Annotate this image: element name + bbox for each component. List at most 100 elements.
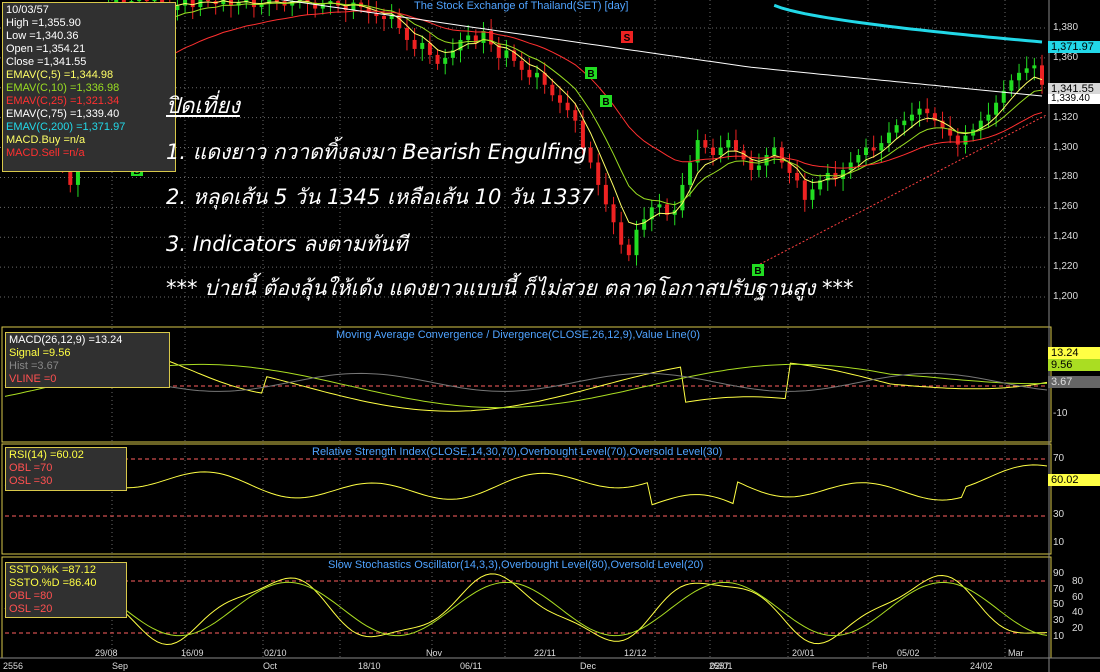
x-axis-label: Nov <box>426 648 443 658</box>
candle-body <box>550 84 555 96</box>
candle-body <box>198 0 203 8</box>
stoch-obl: OBL =80 <box>9 590 53 602</box>
stoch-k-line <box>4 573 1048 646</box>
x-axis-year-label: 2556 <box>3 661 24 671</box>
candle-body <box>856 155 861 163</box>
candle-body <box>190 0 195 8</box>
macd-hist: Hist =3.67 <box>9 360 59 372</box>
info-open: Open =1,354.21 <box>6 43 86 55</box>
candle-body <box>382 16 386 20</box>
badge-ema200: 1,371.97 <box>1048 41 1100 53</box>
candle-body <box>557 95 562 103</box>
stoch-axis-tick-minor: 80 <box>1072 576 1084 587</box>
candle-body <box>144 0 149 2</box>
x-axis-label: Dec <box>580 661 597 671</box>
x-axis-label: 02/10 <box>264 648 287 658</box>
price-tick: 1,320 <box>1053 111 1079 123</box>
candle-body <box>925 108 930 114</box>
annotation-line-2: 2. หลุดเส้น 5 วัน 1345 เหลือเส้น 10 วัน … <box>166 185 595 209</box>
price-tick: 1,380 <box>1053 22 1079 33</box>
price-tick: 1,300 <box>1053 141 1079 153</box>
x-axis-label: 18/10 <box>358 661 381 671</box>
macd-info-box: MACD(26,12,9) =13.24 Signal =9.56 Hist =… <box>5 332 170 388</box>
buy-signal-label: B <box>587 69 594 80</box>
candle-body <box>871 147 876 151</box>
rsi-axis-70: 70 <box>1053 453 1065 464</box>
candle-body <box>680 184 685 211</box>
x-axis-label: Sep <box>112 661 129 671</box>
candle-body <box>611 204 616 223</box>
candle-body <box>1009 80 1014 91</box>
candle-body <box>351 2 356 11</box>
rsi-value: RSI(14) =60.02 <box>9 449 84 461</box>
x-axis-label: 06/11 <box>460 661 482 671</box>
candle-body <box>634 229 639 256</box>
candle-body <box>733 140 738 151</box>
candle-body <box>894 125 899 133</box>
candle-body <box>152 0 157 2</box>
ema200-line <box>773 3 1043 44</box>
candle-body <box>726 140 731 148</box>
x-axis-label: 20/01 <box>792 648 815 658</box>
candle-body <box>1032 65 1037 69</box>
annotation-line-1: 1. แดงยาว กวาดทิ้งลงมา Bearish Engulfing <box>166 140 588 164</box>
candle-body <box>603 184 608 205</box>
rsi-info-box: RSI(14) =60.02 OBL =70 OSL =30 <box>5 447 127 491</box>
buy-signal-label: B <box>602 97 609 108</box>
candle-body <box>527 69 532 78</box>
candle-body <box>588 147 593 163</box>
price-tick: 1,260 <box>1053 201 1079 213</box>
macd-value: MACD(26,12,9) =13.24 <box>9 334 123 346</box>
annotation-line-3: 3. Indicators ลงตามทันที <box>166 232 408 256</box>
x-axis-label: 12/12 <box>624 648 647 658</box>
candle-body <box>619 222 624 245</box>
candle-body <box>466 35 471 40</box>
candle-body <box>802 180 807 200</box>
candle-body <box>1017 72 1022 81</box>
rsi-title: Relative Strength Index(CLOSE,14,30,70),… <box>312 446 723 458</box>
panel-border <box>1 443 1052 555</box>
candle-body <box>879 143 884 151</box>
candle-body <box>435 54 440 64</box>
badge-rsi: 60.02 <box>1048 474 1100 486</box>
candle-body <box>902 120 907 126</box>
stoch-axis-tick: 90 <box>1053 568 1065 579</box>
rsi-axis-30: 30 <box>1053 509 1065 520</box>
x-axis-label: 16/09 <box>181 648 204 658</box>
candle-body <box>519 60 524 70</box>
candle-body <box>917 108 922 115</box>
stoch-axis-tick-minor: 60 <box>1072 592 1084 603</box>
badge-macd: 13.24 <box>1048 347 1100 359</box>
rsi-line <box>4 464 1048 506</box>
stoch-title: Slow Stochastics Oscillator(14,3,3),Over… <box>328 559 704 571</box>
candlesticks <box>53 0 1044 266</box>
candle-body <box>756 165 761 170</box>
candle-body <box>596 162 601 185</box>
stoch-osl: OSL =20 <box>9 603 53 615</box>
macd-axis-tick: -10 <box>1053 408 1068 419</box>
info-ema200: EMAV(C,200) =1,371.97 <box>6 121 126 133</box>
badge-hist: 3.67 <box>1048 376 1100 388</box>
candle-body <box>711 147 715 156</box>
info-ema10: EMAV(C,10) =1,336.98 <box>6 82 120 94</box>
badge-signal: 9.56 <box>1048 359 1100 371</box>
price-tick: 1,220 <box>1053 261 1079 273</box>
ema75-line <box>280 0 1043 97</box>
info-close: Close =1,341.55 <box>6 56 87 68</box>
candle-body <box>565 102 570 111</box>
info-macd-buy: MACD.Buy =n/a <box>6 134 86 146</box>
macd-title: Moving Average Convergence / Divergence(… <box>336 329 701 341</box>
candle-body <box>320 4 325 9</box>
candle-body <box>695 140 700 163</box>
candle-body <box>810 189 815 200</box>
candle-body <box>481 30 486 43</box>
candle-body <box>703 140 708 148</box>
price-tick: 1,360 <box>1053 51 1079 63</box>
candle-body <box>986 114 991 121</box>
info-low: Low =1,340.36 <box>6 30 79 42</box>
candle-body <box>206 0 211 2</box>
x-axis-label: 29/08 <box>95 648 118 658</box>
x-axis-label: 24/02 <box>970 661 993 671</box>
info-high: High =1,355.90 <box>6 17 81 29</box>
x-axis-year-label: 2557 <box>709 661 730 671</box>
